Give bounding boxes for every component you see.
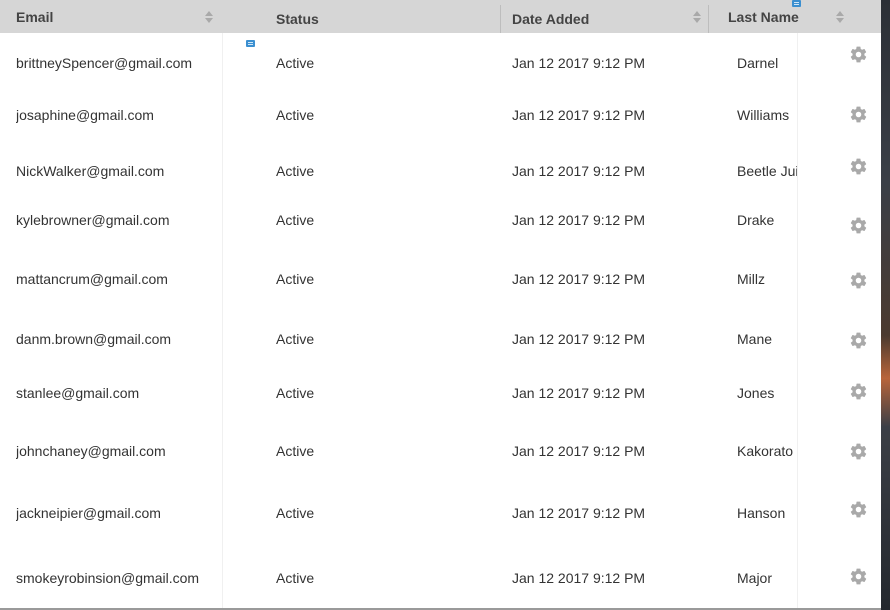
table-row[interactable]: mattancrum@gmail.com Active Jan 12 2017 9:… xyxy=(0,271,881,289)
gear-icon[interactable] xyxy=(849,271,868,290)
sort-arrows-icon[interactable] xyxy=(205,11,213,23)
last-name-cell: Major xyxy=(737,570,773,586)
date-added-cell: Jan 12 2017 9:12 PM xyxy=(512,163,646,179)
last-name-cell: Hanson xyxy=(737,505,786,521)
table-row[interactable]: danm.brown@gmail.com Active Jan 12 2017 9:… xyxy=(0,331,881,349)
status-cell: Active xyxy=(276,55,315,71)
sort-arrows-icon[interactable] xyxy=(693,11,701,23)
email-cell: stanlee@gmail.com xyxy=(16,385,140,401)
email-cell: brittneySpencer@gmail.com xyxy=(16,55,193,71)
gear-icon[interactable] xyxy=(849,331,868,350)
table-row[interactable]: jackneipier@gmail.com Active Jan 12 2017 9… xyxy=(0,501,881,523)
date-added-cell: Jan 12 2017 9:12 PM xyxy=(512,385,646,401)
table-row[interactable]: NickWalker@gmail.com Active Jan 12 2017 9:… xyxy=(0,158,881,181)
email-cell: josaphine@gmail.com xyxy=(16,107,154,123)
date-added-cell: Jan 12 2017 9:12 PM xyxy=(512,331,646,347)
column-header-status[interactable]: Status xyxy=(222,0,500,33)
column-header-status-label: Status xyxy=(276,11,319,27)
note-icon[interactable] xyxy=(792,0,801,7)
table-header: Email Status Date Added Last Name xyxy=(0,0,881,33)
date-added-cell: Jan 12 2017 9:12 PM xyxy=(512,107,646,123)
gear-icon[interactable] xyxy=(849,105,868,124)
last-name-cell: Kakorato xyxy=(737,443,794,459)
last-name-cell: Beetle Juice xyxy=(737,163,797,179)
table-row[interactable]: johnchaney@gmail.com Active Jan 12 2017 9:… xyxy=(0,443,881,461)
table-row[interactable]: kylebrowner@gmail.com Active Jan 12 2017 9… xyxy=(0,212,881,234)
table-row[interactable]: josaphine@gmail.com Active Jan 12 2017 9:1… xyxy=(0,106,881,125)
status-cell: Active xyxy=(276,271,315,287)
gear-icon[interactable] xyxy=(849,382,868,401)
email-cell: danm.brown@gmail.com xyxy=(16,331,172,347)
last-name-cell: Mane xyxy=(737,331,773,347)
status-cell: Active xyxy=(276,505,315,521)
email-cell: mattancrum@gmail.com xyxy=(16,271,168,287)
date-added-cell: Jan 12 2017 9:12 PM xyxy=(512,212,646,228)
status-cell: Active xyxy=(276,107,315,123)
table-row[interactable]: brittneySpencer@gmail.com Active Jan 12 20… xyxy=(0,46,881,73)
email-cell: kylebrowner@gmail.com xyxy=(16,212,170,228)
date-added-cell: Jan 12 2017 9:12 PM xyxy=(512,570,646,586)
sort-arrows-icon[interactable] xyxy=(836,11,844,23)
gear-icon[interactable] xyxy=(849,567,868,586)
column-header-email[interactable]: Email xyxy=(0,0,222,33)
gear-icon[interactable] xyxy=(849,157,868,176)
last-name-cell: Darnel xyxy=(737,55,779,71)
gear-icon[interactable] xyxy=(849,500,868,519)
status-cell: Active xyxy=(276,163,315,179)
email-cell: NickWalker@gmail.com xyxy=(16,163,165,179)
note-icon[interactable] xyxy=(246,40,255,47)
gear-icon[interactable] xyxy=(849,442,868,461)
column-header-date-added-label: Date Added xyxy=(512,11,590,27)
table-row[interactable]: stanlee@gmail.com Active Jan 12 2017 9:12 … xyxy=(0,383,881,403)
email-cell: johnchaney@gmail.com xyxy=(16,443,166,459)
date-added-cell: Jan 12 2017 9:12 PM xyxy=(512,55,646,71)
date-added-cell: Jan 12 2017 9:12 PM xyxy=(512,505,646,521)
column-header-email-label: Email xyxy=(16,9,54,25)
status-cell: Active xyxy=(276,331,315,347)
table-row[interactable]: smokeyrobinsion@gmail.com Active Jan 12 20… xyxy=(0,568,881,588)
last-name-cell: Williams xyxy=(737,107,790,123)
last-name-cell: Drake xyxy=(737,212,775,228)
contacts-table: Email Status Date Added Last Name brittn… xyxy=(0,0,881,610)
column-header-last-name-label: Last Name xyxy=(728,9,799,25)
last-name-cell: Millz xyxy=(737,271,765,287)
gear-icon[interactable] xyxy=(849,216,868,235)
date-added-cell: Jan 12 2017 9:12 PM xyxy=(512,443,646,459)
gear-icon[interactable] xyxy=(849,45,868,64)
status-cell: Active xyxy=(276,385,315,401)
email-cell: smokeyrobinsion@gmail.com xyxy=(16,570,200,586)
status-cell: Active xyxy=(276,570,315,586)
background-wallpaper xyxy=(880,0,890,610)
date-added-cell: Jan 12 2017 9:12 PM xyxy=(512,271,646,287)
email-cell: jackneipier@gmail.com xyxy=(16,505,161,521)
status-cell: Active xyxy=(276,443,315,459)
status-cell: Active xyxy=(276,212,315,228)
last-name-cell: Jones xyxy=(737,385,775,401)
column-header-date-added[interactable]: Date Added xyxy=(501,0,708,33)
